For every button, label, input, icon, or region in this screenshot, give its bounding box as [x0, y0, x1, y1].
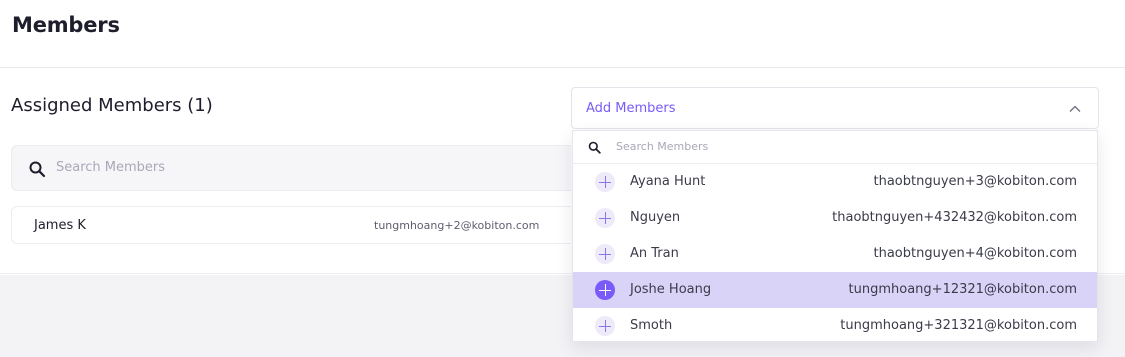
plus-icon[interactable] [595, 316, 615, 336]
option-email: thaobtnguyen+3@kobiton.com [873, 174, 1078, 189]
assigned-member-row[interactable]: James K tungmhoang+2@kobiton.com [11, 206, 571, 244]
page-header: Members [0, 0, 1125, 68]
option-name: Joshe Hoang [630, 282, 712, 297]
chevron-up-icon [1069, 105, 1081, 112]
assigned-search-input[interactable]: Search Members [11, 145, 571, 191]
option-email: tungmhoang+12321@kobiton.com [848, 282, 1077, 297]
option-email: thaobtnguyen+432432@kobiton.com [832, 210, 1077, 225]
plus-icon[interactable] [595, 208, 615, 228]
option-name: Smoth [630, 318, 673, 333]
plus-icon[interactable] [595, 280, 615, 300]
search-icon [588, 141, 601, 154]
dropdown-option[interactable]: An Tran thaobtnguyen+4@kobiton.com [573, 236, 1097, 272]
add-members-dropdown: Search Members Ayana Hunt thaobtnguyen+3… [572, 130, 1098, 342]
assigned-members-title: Assigned Members (1) [11, 95, 213, 116]
option-name: Ayana Hunt [630, 174, 706, 189]
dropdown-option[interactable]: Smoth tungmhoang+321321@kobiton.com [573, 308, 1097, 344]
option-email: tungmhoang+321321@kobiton.com [840, 318, 1077, 333]
search-placeholder: Search Members [56, 160, 166, 175]
search-icon [29, 161, 46, 178]
add-members-label: Add Members [586, 101, 676, 116]
option-name: Nguyen [630, 210, 681, 225]
option-name: An Tran [630, 246, 679, 261]
plus-icon[interactable] [595, 172, 615, 192]
page-title: Members [12, 13, 120, 37]
dropdown-option[interactable]: Ayana Hunt thaobtnguyen+3@kobiton.com [573, 164, 1097, 200]
dropdown-option[interactable]: Nguyen thaobtnguyen+432432@kobiton.com [573, 200, 1097, 236]
member-email: tungmhoang+2@kobiton.com [374, 219, 540, 232]
dropdown-option-highlighted[interactable]: Joshe Hoang tungmhoang+12321@kobiton.com [573, 272, 1097, 308]
plus-icon[interactable] [595, 244, 615, 264]
add-members-dropdown-toggle[interactable]: Add Members [571, 87, 1099, 129]
option-email: thaobtnguyen+4@kobiton.com [873, 246, 1078, 261]
dropdown-search-input[interactable]: Search Members [573, 131, 1097, 164]
search-placeholder: Search Members [616, 140, 709, 153]
member-name: James K [34, 218, 86, 233]
